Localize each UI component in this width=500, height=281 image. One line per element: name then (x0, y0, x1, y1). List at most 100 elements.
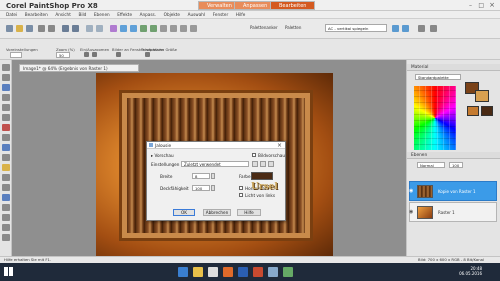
save-preset-icon[interactable] (252, 161, 258, 167)
presets-dropdown[interactable] (10, 52, 22, 58)
warp-tool-icon[interactable] (2, 224, 10, 231)
menu-datei[interactable]: Datei (6, 11, 17, 19)
copy-icon[interactable] (62, 25, 69, 32)
effects-icon[interactable] (110, 25, 117, 32)
start-icon[interactable] (4, 267, 13, 276)
layer-opacity-input[interactable]: 100 (449, 162, 463, 168)
fit-window-icon[interactable] (116, 52, 121, 57)
selection-icon[interactable] (150, 25, 157, 32)
settings-icon[interactable] (430, 25, 437, 32)
blend-mode-select[interactable]: Normal (417, 162, 445, 168)
picture-tube-tool-icon[interactable] (2, 234, 10, 241)
script-icon[interactable] (170, 25, 177, 32)
layer-row-copy[interactable]: ◉ Kopie von Raster 1 (409, 181, 497, 201)
firefox-icon[interactable] (223, 267, 233, 277)
menu-fenster[interactable]: Fenster (213, 11, 229, 19)
open-folder-icon[interactable] (16, 25, 23, 32)
palette-select[interactable]: Standardpalette (415, 74, 461, 80)
preview-checkbox[interactable] (252, 153, 256, 157)
zoom-out-icon[interactable] (92, 52, 97, 57)
foreground-material-swatch[interactable] (467, 106, 479, 116)
mask-icon[interactable] (130, 25, 137, 32)
palette-anchor-label[interactable]: Palettenanker (250, 25, 278, 30)
palettes-label[interactable]: Paletten (285, 25, 301, 30)
menu-ebenen[interactable]: Ebenen (94, 11, 110, 19)
grid-icon[interactable] (160, 25, 167, 32)
redo-icon[interactable] (48, 25, 55, 32)
resize-icon[interactable] (96, 25, 103, 32)
clone-tool-icon[interactable] (2, 154, 10, 161)
paint-brush-tool-icon[interactable] (2, 144, 10, 151)
paste-icon[interactable] (72, 25, 79, 32)
menu-ansicht[interactable]: Ansicht (55, 11, 70, 19)
background-color-swatch[interactable] (475, 90, 489, 102)
menu-anpassen[interactable]: Anpass. (140, 11, 156, 19)
dialog-close-icon[interactable]: × (277, 142, 282, 149)
randomize-icon[interactable] (268, 161, 274, 167)
paintshop-icon[interactable] (253, 267, 263, 277)
eraser-tool-icon[interactable] (2, 174, 10, 181)
eye-icon[interactable]: ◉ (409, 209, 413, 215)
opacity-input[interactable]: 100 (192, 185, 210, 191)
menu-objekte[interactable]: Objekte (164, 11, 180, 19)
fill-tool-icon[interactable] (2, 184, 10, 191)
undo-icon[interactable] (38, 25, 45, 32)
layer-row-raster[interactable]: ◉ Raster 1 (409, 202, 497, 222)
red-eye-tool-icon[interactable] (2, 124, 10, 131)
word-icon[interactable] (238, 267, 248, 277)
materials-header[interactable]: Material (407, 64, 500, 71)
zoom-in-icon[interactable] (84, 52, 89, 57)
record-script-icon[interactable] (402, 25, 409, 32)
straighten-tool-icon[interactable] (2, 134, 10, 141)
layers-header[interactable]: Ebenen (407, 152, 500, 159)
background-material-swatch[interactable] (481, 106, 493, 116)
light-left-checkbox[interactable] (239, 193, 243, 197)
crop-icon[interactable] (86, 25, 93, 32)
pen-tool-icon[interactable] (2, 214, 10, 221)
ok-button[interactable]: OK (173, 209, 195, 216)
horizontal-checkbox[interactable] (239, 186, 243, 190)
width-input[interactable]: 8 (192, 173, 210, 179)
selection-tool-icon[interactable] (2, 94, 10, 101)
document-tab[interactable]: Image1* @ 64% (Ergebnis von Raster 1) (19, 64, 139, 72)
text-tool-icon[interactable] (2, 194, 10, 201)
preview-toggle[interactable]: ▸ Vorschau (151, 153, 174, 158)
cancel-button[interactable]: Abbrechen (203, 209, 231, 216)
pick-tool-icon[interactable] (2, 84, 10, 91)
shape-tool-icon[interactable] (2, 204, 10, 211)
settings-dropdown[interactable]: Zuletzt verwendet (181, 161, 249, 167)
help-button[interactable]: Hilfe (237, 209, 261, 216)
script-select[interactable]: AC - vertikal spiegeln (325, 24, 387, 32)
system-clock[interactable]: 20:48 06.05.2016 (459, 266, 482, 276)
mail-icon[interactable] (268, 267, 278, 277)
opacity-spin-icon[interactable] (211, 185, 215, 191)
menu-hilfe[interactable]: Hilfe (236, 11, 246, 19)
menu-bearbeiten[interactable]: Bearbeiten (25, 11, 48, 19)
menu-auswahl[interactable]: Auswahl (188, 11, 206, 19)
reset-icon[interactable] (260, 161, 266, 167)
app-icon[interactable] (283, 267, 293, 277)
dodge-tool-icon[interactable] (2, 164, 10, 171)
tab-bearbeiten[interactable]: Bearbeiten (270, 1, 316, 10)
menu-effekte[interactable]: Effekte (117, 11, 132, 19)
run-script-icon[interactable] (180, 25, 187, 32)
maximize-icon[interactable]: □ (478, 2, 484, 9)
stop-icon[interactable] (190, 25, 197, 32)
eye-icon[interactable]: ◉ (409, 188, 413, 194)
menu-bild[interactable]: Bild (78, 11, 86, 19)
new-file-icon[interactable] (6, 25, 13, 32)
explorer-icon[interactable] (193, 267, 203, 277)
crop-tool-icon[interactable] (2, 114, 10, 121)
width-spin-icon[interactable] (211, 173, 215, 179)
layers-icon[interactable] (120, 25, 127, 32)
color-swatch[interactable] (251, 172, 273, 180)
edge-icon[interactable] (178, 267, 188, 277)
store-icon[interactable] (208, 267, 218, 277)
zoom-input[interactable]: 50 (56, 52, 70, 58)
zoom-tool-icon[interactable] (2, 74, 10, 81)
help-icon[interactable] (418, 25, 425, 32)
play-script-icon[interactable] (392, 25, 399, 32)
close-icon[interactable]: × (489, 1, 495, 9)
save-icon[interactable] (26, 25, 33, 32)
dropper-tool-icon[interactable] (2, 104, 10, 111)
